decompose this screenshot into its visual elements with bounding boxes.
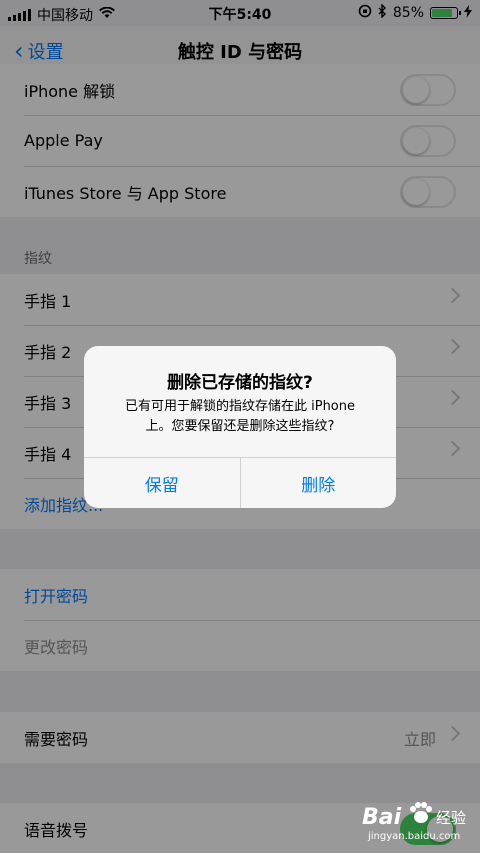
alert-message-line-2: 上。您要保留还是删除这些指纹? (145, 419, 335, 434)
alert-message-line-1: 已有可用于解锁的指纹存储在此 iPhone (124, 399, 355, 414)
settings-screen: 中国移动 下午5:40 85% ‹ 设置 触控 ID 与密码 iPhone 解锁… (0, 0, 480, 854)
paw-icon (408, 801, 434, 825)
watermark-logo: Bai (362, 805, 402, 830)
alert-title: 删除已存储的指纹? (167, 373, 313, 393)
delete-button[interactable]: 删除 (239, 458, 397, 508)
watermark-brand: 经验 (436, 809, 467, 827)
watermark-url: jingyan.baidu.com (368, 831, 461, 842)
alert-button-bar: 保留 删除 (84, 457, 396, 508)
keep-button[interactable]: 保留 (84, 458, 240, 508)
delete-fingerprints-alert: 删除已存储的指纹? 已有可用于解锁的指纹存储在此 iPhone 上。您要保留还是… (84, 346, 396, 508)
alert-message: 已有可用于解锁的指纹存储在此 iPhone 上。您要保留还是删除这些指纹? (100, 397, 380, 437)
baidu-jingyan-watermark: Bai 经验 jingyan.baidu.com (362, 801, 466, 847)
